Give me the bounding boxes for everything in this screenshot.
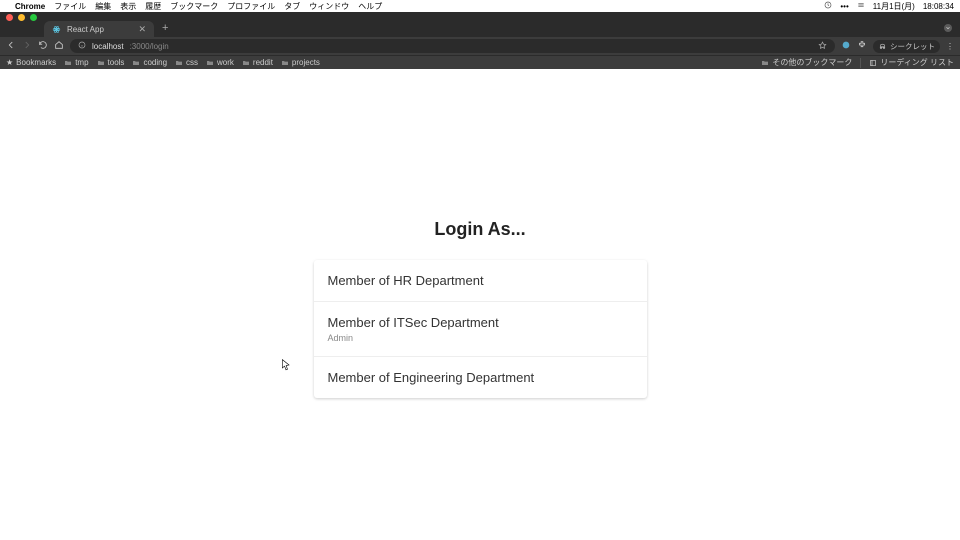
login-option-title: Member of ITSec Department — [328, 315, 633, 330]
menubar-time: 18:08:34 — [923, 2, 954, 11]
login-option-title: Member of HR Department — [328, 273, 633, 288]
url-path: :3000/login — [130, 42, 169, 51]
address-bar[interactable]: localhost :3000/login — [70, 39, 835, 53]
login-options-card: Member of HR Department Member of ITSec … — [314, 260, 647, 398]
divider — [860, 58, 861, 68]
menubar-status-icon[interactable] — [824, 1, 832, 11]
bookmarks-bar: ★Bookmarks tmp tools coding css work red… — [0, 55, 960, 69]
bookmark-folder[interactable]: projects — [281, 58, 320, 67]
bookmark-folder[interactable]: work — [206, 58, 234, 67]
bookmark-star-icon[interactable] — [818, 41, 827, 52]
page-title: Login As... — [314, 219, 647, 240]
menubar-item-edit[interactable]: 編集 — [95, 1, 111, 12]
menubar-item-view[interactable]: 表示 — [120, 1, 136, 12]
menubar-item-file[interactable]: ファイル — [54, 1, 86, 12]
tab-title: React App — [67, 25, 104, 34]
extension-icon-2[interactable] — [857, 40, 867, 52]
bookmark-folder[interactable]: tools — [97, 58, 125, 67]
menubar-item-profile[interactable]: プロファイル — [227, 1, 275, 12]
window-controls — [0, 12, 960, 19]
login-option-hr[interactable]: Member of HR Department — [314, 260, 647, 302]
page-content: Login As... Member of HR Department Memb… — [0, 69, 960, 540]
extension-icon-1[interactable] — [841, 40, 851, 52]
reading-list[interactable]: リーディング リスト — [869, 57, 954, 68]
forward-button — [22, 37, 32, 55]
bookmark-folder[interactable]: css — [175, 58, 198, 67]
login-option-itsec[interactable]: Member of ITSec Department Admin — [314, 302, 647, 357]
url-host: localhost — [92, 42, 124, 51]
login-option-title: Member of Engineering Department — [328, 370, 633, 385]
browser-tab[interactable]: React App ✕ — [44, 21, 154, 37]
menubar-date: 11月1日(月) — [873, 1, 915, 12]
macos-menubar: Chrome ファイル 編集 表示 履歴 ブックマーク プロファイル タブ ウィ… — [0, 0, 960, 12]
menubar-item-window[interactable]: ウィンドウ — [309, 1, 349, 12]
login-option-subtitle: Admin — [328, 333, 633, 343]
menubar-overflow-icon[interactable]: ••• — [840, 2, 848, 11]
browser-menu-icon[interactable]: ⋮ — [946, 42, 954, 51]
tab-search-button[interactable] — [944, 24, 952, 32]
tab-bar: React App ✕ + — [0, 19, 960, 37]
menubar-item-tab[interactable]: タブ — [284, 1, 300, 12]
bookmark-folder[interactable]: reddit — [242, 58, 273, 67]
tab-close-icon[interactable]: ✕ — [138, 24, 146, 35]
back-button[interactable] — [6, 37, 16, 55]
menubar-hamburger-icon[interactable] — [857, 1, 865, 11]
home-button[interactable] — [54, 37, 64, 55]
other-bookmarks[interactable]: その他のブックマーク — [761, 57, 852, 68]
incognito-badge[interactable]: シークレット — [873, 40, 940, 53]
bookmark-folder[interactable]: coding — [132, 58, 167, 67]
browser-chrome: React App ✕ + localhost:3000/login シークレ — [0, 12, 960, 69]
new-tab-button[interactable]: + — [162, 22, 168, 34]
reload-button[interactable] — [38, 37, 48, 55]
menubar-app-name[interactable]: Chrome — [15, 2, 45, 11]
react-favicon-icon — [52, 25, 61, 34]
site-info-icon[interactable] — [78, 41, 86, 51]
bookmark-folder[interactable]: tmp — [64, 58, 88, 67]
mouse-cursor-icon — [281, 358, 291, 376]
menubar-item-help[interactable]: ヘルプ — [358, 1, 382, 12]
menubar-item-history[interactable]: 履歴 — [145, 1, 161, 12]
browser-toolbar: localhost :3000/login シークレット ⋮ — [0, 37, 960, 55]
incognito-label: シークレット — [890, 41, 935, 52]
login-option-engineering[interactable]: Member of Engineering Department — [314, 357, 647, 398]
bookmark-item[interactable]: ★Bookmarks — [6, 58, 56, 67]
menubar-item-bookmarks[interactable]: ブックマーク — [170, 1, 218, 12]
